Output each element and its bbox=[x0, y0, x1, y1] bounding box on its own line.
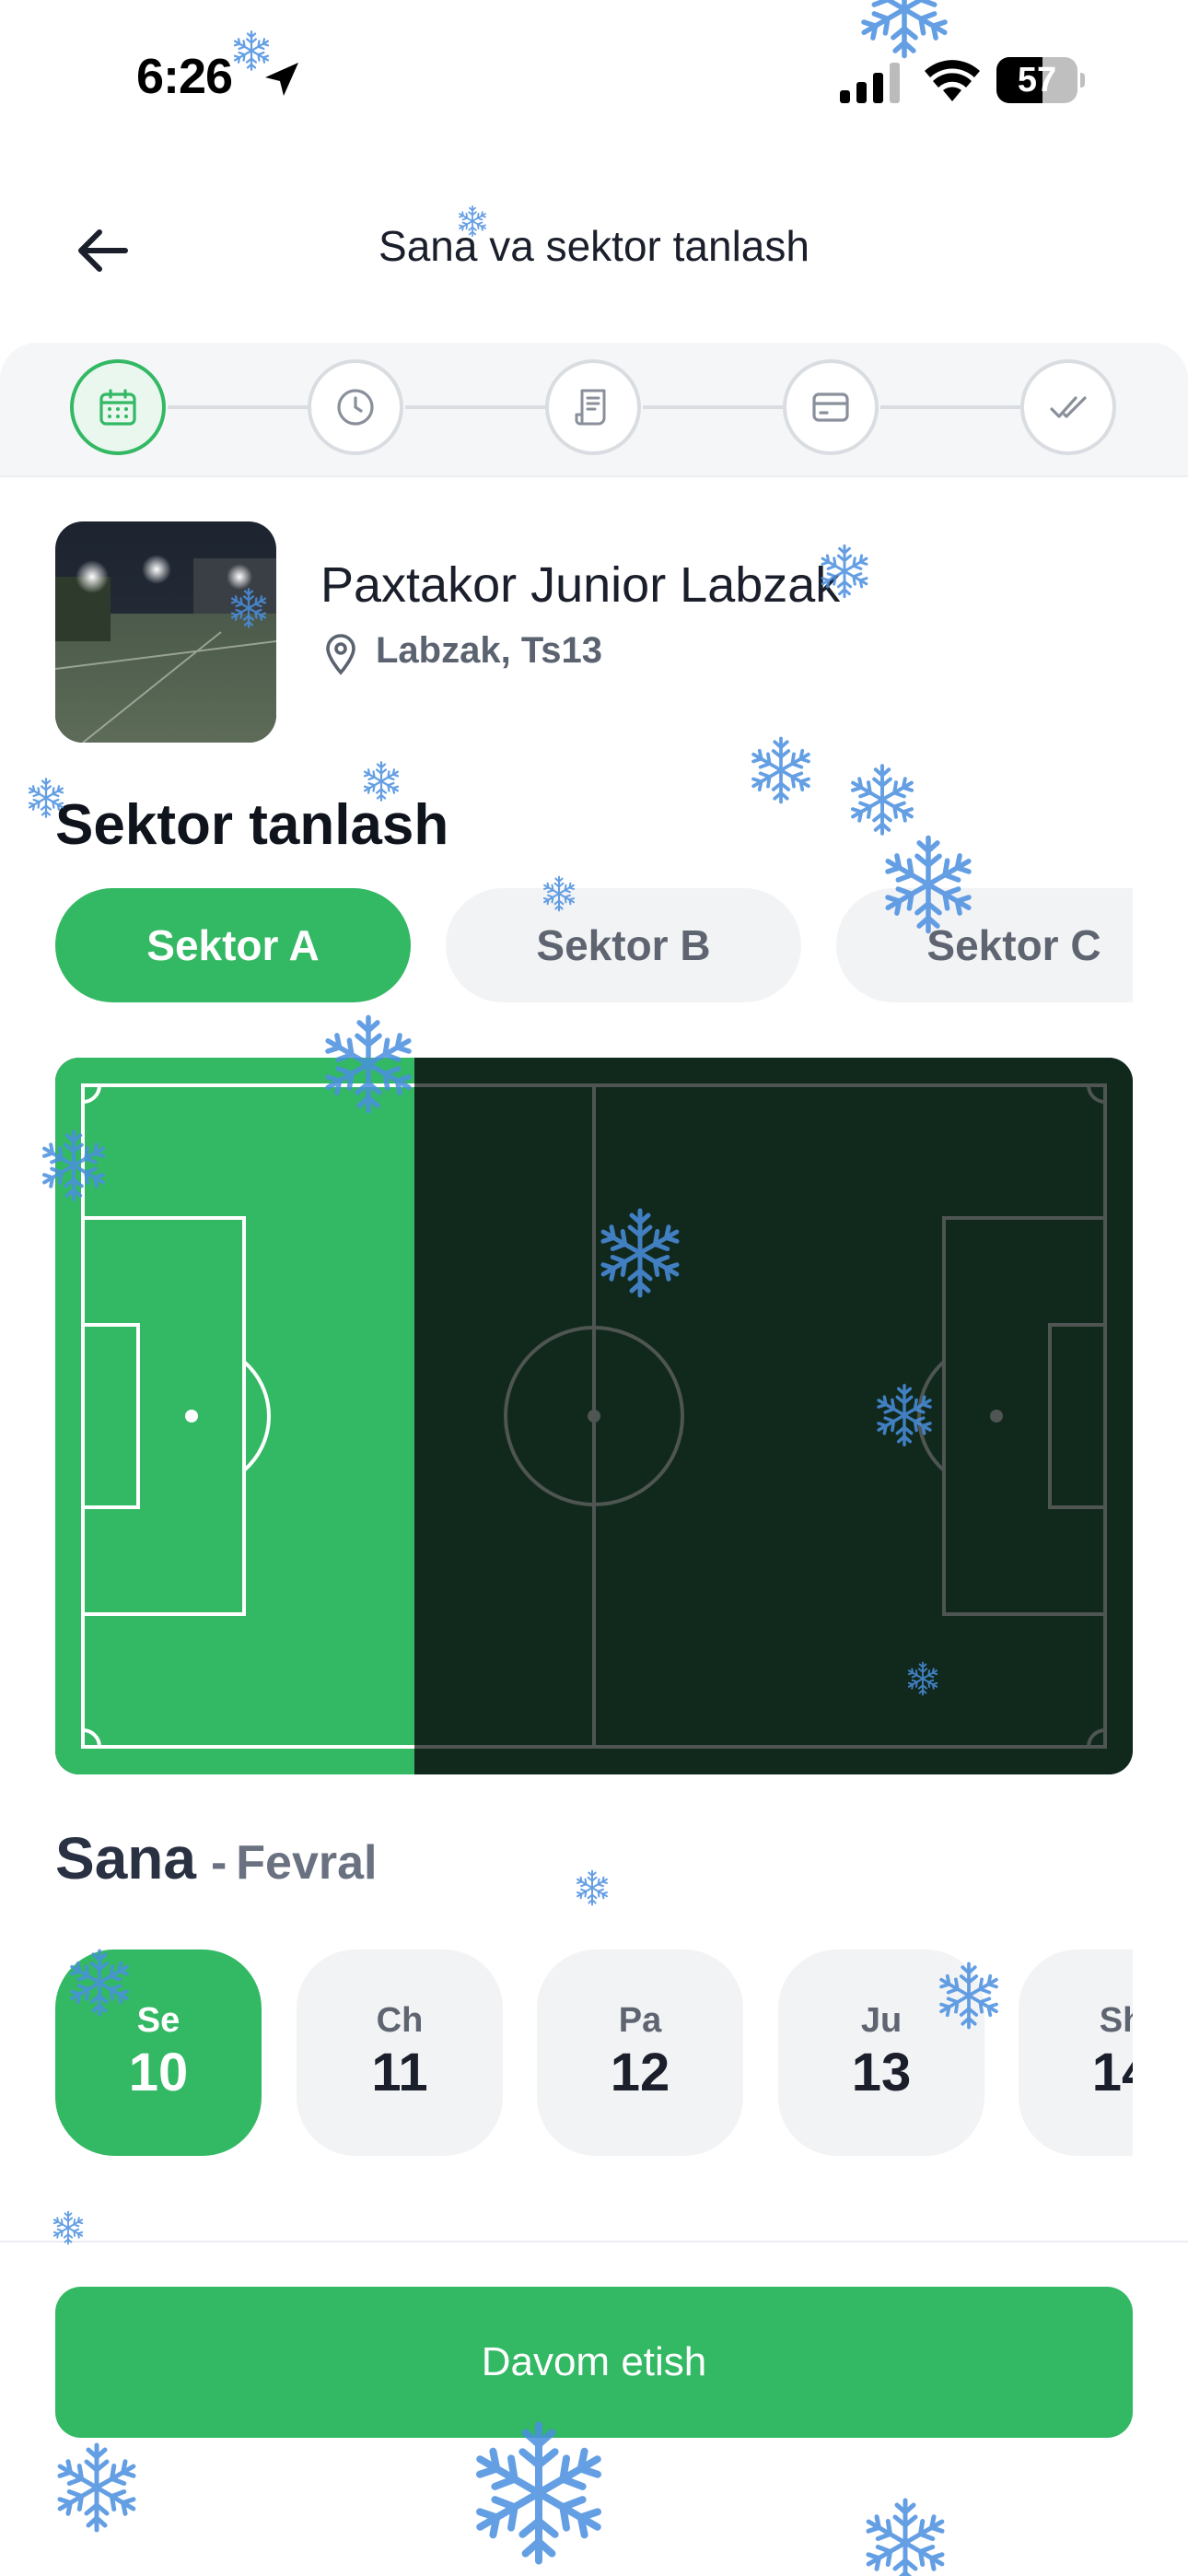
date-section-title: Sana - Fevral bbox=[55, 1824, 378, 1892]
day-number: 10 bbox=[128, 2043, 189, 2102]
day-of-week: Sh bbox=[1099, 2001, 1133, 2040]
day-number: 12 bbox=[610, 2043, 670, 2102]
double-check-icon bbox=[1050, 396, 1087, 418]
field-sector-rest bbox=[414, 1058, 1133, 1774]
sector-section-title: Sektor tanlash bbox=[55, 793, 449, 857]
snowflake-icon bbox=[750, 739, 812, 802]
wifi-icon bbox=[925, 60, 980, 101]
sector-c-pill[interactable]: Sektor C bbox=[836, 888, 1133, 1002]
sector-a-pill[interactable]: Sektor A bbox=[55, 888, 411, 1002]
divider bbox=[0, 2241, 1188, 2242]
battery-icon: 57 bbox=[996, 57, 1085, 105]
sector-selector: Sektor A Sektor B Sektor C bbox=[55, 888, 1133, 1002]
day-of-week: Se bbox=[136, 2001, 181, 2040]
date-card[interactable]: Se 10 bbox=[55, 1950, 262, 2156]
continue-button[interactable]: Davom etish bbox=[55, 2287, 1133, 2438]
date-card[interactable]: Ju 13 bbox=[778, 1950, 984, 2156]
cellular-signal-icon bbox=[840, 63, 900, 103]
snowflake-icon bbox=[849, 766, 916, 834]
day-of-week: Pa bbox=[618, 2001, 662, 2040]
date-card[interactable]: Ch 11 bbox=[297, 1950, 503, 2156]
day-number: 14 bbox=[1091, 2043, 1133, 2102]
location-pin-icon bbox=[326, 634, 355, 675]
step-details[interactable] bbox=[545, 359, 641, 455]
day-number: 11 bbox=[371, 2043, 428, 2102]
page-title: Sana va sektor tanlash bbox=[379, 222, 809, 270]
field-map[interactable] bbox=[55, 1058, 1133, 1774]
step-confirm[interactable] bbox=[1020, 359, 1116, 455]
step-connector bbox=[405, 405, 547, 409]
snowflake-icon bbox=[576, 1871, 609, 1905]
step-date[interactable] bbox=[70, 359, 166, 455]
day-of-week: Ch bbox=[376, 2001, 424, 2040]
battery-level: 57 bbox=[1017, 61, 1057, 100]
receipt-icon bbox=[575, 389, 606, 426]
step-time[interactable] bbox=[308, 359, 403, 455]
step-connector bbox=[168, 405, 309, 409]
status-time: 6:26 bbox=[136, 49, 233, 104]
day-of-week: Ju bbox=[860, 2001, 903, 2040]
calendar-icon bbox=[99, 389, 136, 426]
step-connector bbox=[643, 405, 785, 409]
step-connector bbox=[880, 405, 1022, 409]
sector-b-pill[interactable]: Sektor B bbox=[446, 888, 801, 1002]
clock-icon bbox=[337, 389, 374, 426]
date-separator: - bbox=[210, 1836, 227, 1890]
step-payment[interactable] bbox=[783, 359, 879, 455]
status-bar: 6:26 57 bbox=[0, 0, 1188, 157]
location-arrow-icon bbox=[265, 63, 298, 96]
snowflake-icon bbox=[55, 2445, 139, 2530]
venue-name: Paxtakor Junior Labzak bbox=[320, 557, 841, 613]
date-card[interactable]: Pa 12 bbox=[537, 1950, 743, 2156]
divider bbox=[0, 475, 1188, 477]
field-sector-a[interactable] bbox=[55, 1058, 414, 1774]
snowflake-icon bbox=[52, 2212, 84, 2244]
date-selector: Se 10 Ch 11 Pa 12 Ju 13 Sh 14 bbox=[55, 1950, 1133, 2156]
venue-location: Labzak, Ts13 bbox=[376, 630, 603, 671]
date-label: Sana bbox=[55, 1825, 196, 1891]
card-icon bbox=[812, 392, 849, 422]
day-number: 13 bbox=[851, 2043, 912, 2102]
month-label: Fevral bbox=[236, 1836, 378, 1890]
snowflake-icon bbox=[472, 2425, 605, 2560]
venue-photo bbox=[55, 521, 276, 743]
date-card[interactable]: Sh 14 bbox=[1019, 1950, 1133, 2156]
snowflake-icon bbox=[864, 2500, 948, 2576]
